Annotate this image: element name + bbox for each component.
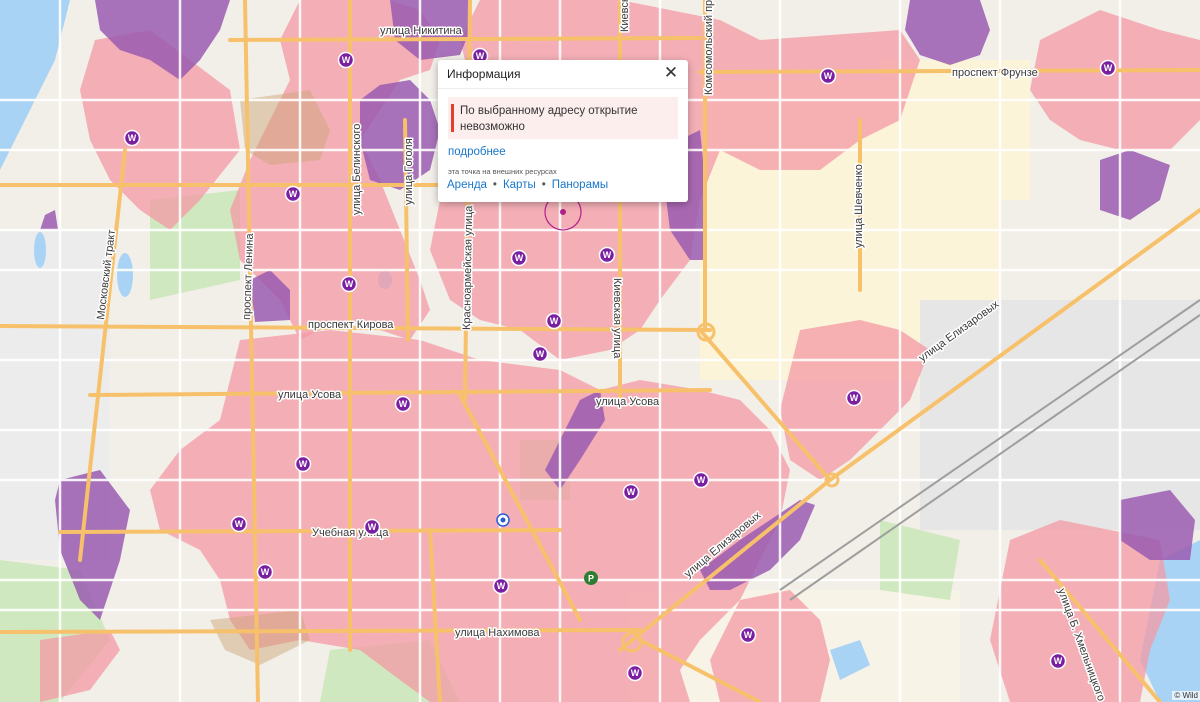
label-kievskaya: Киевская улица [611,278,623,359]
label-gogolya: улица Гоголя [403,138,415,205]
wildberries-pickup-point-icon[interactable]: W [340,275,358,293]
alert-text: По выбранному адресу открытие невозможно [460,105,638,133]
label-frunze: проспект Фрунзе [952,67,1038,79]
wildberries-pickup-point-icon[interactable]: W [230,515,248,533]
popup-header: Информация ✕ [438,60,688,89]
svg-text:W: W [399,399,408,409]
svg-text:W: W [299,459,308,469]
svg-text:W: W [536,349,545,359]
svg-text:W: W [1054,656,1063,666]
pond-1 [117,253,133,297]
label-komsomolsky: Комсомольский проспект [703,0,715,95]
label-usova-w: улица Усова [278,389,342,401]
wildberries-pickup-point-icon[interactable]: W [819,67,837,85]
wildberries-pickup-point-icon[interactable]: W [1049,652,1067,670]
road-nikitina [228,36,702,42]
road-frunze [698,68,1200,74]
label-belinskogo: улица Белинского [351,124,363,215]
svg-text:W: W [603,250,612,260]
svg-text:W: W [631,668,640,678]
svg-text:W: W [368,522,377,532]
wildberries-pickup-point-icon[interactable]: W [123,129,141,147]
label-kirova: проспект Кирова [308,319,394,331]
svg-text:W: W [550,316,559,326]
alert-accent-bar [451,104,454,132]
svg-text:W: W [515,253,524,263]
svg-text:W: W [497,581,506,591]
separator: • [492,179,497,191]
wildberries-pickup-point-icon[interactable]: W [692,471,710,489]
wildberries-pickup-point-icon[interactable]: W [845,389,863,407]
wildberries-pickup-point-icon[interactable]: W [363,518,381,536]
svg-text:W: W [235,519,244,529]
pond-2 [34,232,46,268]
wildberries-pickup-point-icon[interactable]: W [256,563,274,581]
label-shevchenko: улица Шевченко [853,164,865,248]
wildberries-pickup-point-icon[interactable]: W [510,249,528,267]
wildberries-pickup-point-icon[interactable]: W [626,664,644,682]
label-nikitina: улица Никитина [380,25,463,37]
svg-text:P: P [588,574,594,584]
popup-title: Информация [447,67,521,81]
wildberries-pickup-point-icon[interactable]: W [598,246,616,264]
separator: • [541,179,546,191]
svg-text:W: W [289,189,298,199]
svg-text:W: W [627,487,636,497]
link-panoramas[interactable]: Панорамы [552,179,608,191]
info-popup: Информация ✕ По выбранному адресу открыт… [438,60,688,202]
transport-stop-icon[interactable] [496,513,510,527]
svg-text:W: W [744,630,753,640]
wildberries-pickup-point-icon[interactable]: W [492,577,510,595]
svg-text:W: W [1104,63,1113,73]
link-rent[interactable]: Аренда [447,179,487,191]
wildberries-pickup-point-icon[interactable]: W [1099,59,1117,77]
parking-icon[interactable]: P [584,571,598,585]
wildberries-pickup-point-icon[interactable]: W [622,483,640,501]
label-nakhimova: улица Нахимова [455,627,540,639]
wildberries-pickup-point-icon[interactable]: W [394,395,412,413]
svg-text:W: W [697,475,706,485]
close-icon[interactable]: ✕ [662,63,680,83]
svg-text:W: W [342,55,351,65]
external-resources-note: эта точка на внешних ресурсах [448,167,557,176]
road-uchebnaya [58,528,562,534]
wildberries-pickup-point-icon[interactable]: W [531,345,549,363]
alert-message: По выбранному адресу открытие невозможно [448,97,678,139]
link-maps[interactable]: Карты [503,179,536,191]
map-copyright: © Wild [1172,691,1200,700]
wildberries-pickup-point-icon[interactable]: W [739,626,757,644]
wildberries-pickup-point-icon[interactable]: W [545,312,563,330]
svg-text:W: W [261,567,270,577]
label-usova-e: улица Усова [596,396,660,408]
svg-text:W: W [128,133,137,143]
svg-text:W: W [850,393,859,403]
road-nakhimova [0,628,642,634]
more-link[interactable]: подробнее [448,146,506,158]
svg-text:W: W [824,71,833,81]
external-links: Аренда • Карты • Панорамы [447,179,608,191]
wildberries-pickup-point-icon[interactable]: W [294,455,312,473]
wildberries-pickup-point-icon[interactable]: W [337,51,355,69]
label-krasnoarmeyskaya: Красноармейская улица [461,205,475,330]
svg-text:W: W [345,279,354,289]
label-kievskaya-top: Киевская [619,0,631,32]
wildberries-pickup-point-icon[interactable]: W [284,185,302,203]
